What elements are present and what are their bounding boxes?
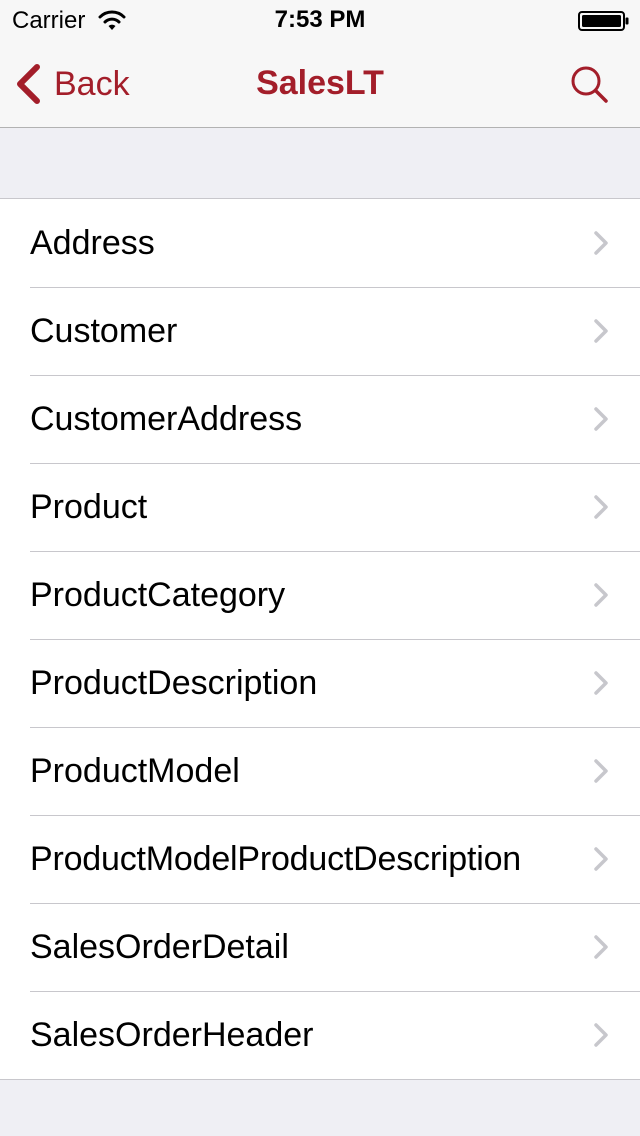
table-row[interactable]: SalesOrderDetail xyxy=(0,903,640,991)
table-name: Address xyxy=(30,224,155,262)
table-name: CustomerAddress xyxy=(30,400,303,438)
status-bar: Carrier 7:53 PM xyxy=(0,0,640,40)
table-name: ProductModel xyxy=(30,752,240,790)
table-row[interactable]: Customer xyxy=(0,287,640,375)
table-row[interactable]: ProductModel xyxy=(0,727,640,815)
table-row[interactable]: ProductCategory xyxy=(0,551,640,639)
table-name: SalesOrderHeader xyxy=(30,1016,314,1054)
chevron-right-icon xyxy=(594,583,608,607)
chevron-right-icon xyxy=(594,231,608,255)
table-row[interactable]: SalesOrderHeader xyxy=(0,991,640,1079)
search-icon xyxy=(571,66,608,103)
chevron-right-icon xyxy=(594,935,608,959)
table-name: ProductModelProductDescription xyxy=(30,840,522,878)
table-row[interactable]: Product xyxy=(0,463,640,551)
table-row[interactable]: ProductModelProductDescription xyxy=(0,815,640,903)
chevron-right-icon xyxy=(594,495,608,519)
page-title: SalesLT xyxy=(256,64,384,102)
chevron-right-icon xyxy=(594,319,608,343)
chevron-right-icon xyxy=(594,1023,608,1047)
nav-bar: Back SalesLT xyxy=(0,40,640,128)
top-bar: Carrier 7:53 PM Back SalesLT xyxy=(0,0,640,128)
table-name: ProductCategory xyxy=(30,576,286,614)
chevron-right-icon xyxy=(594,759,608,783)
table-row[interactable]: CustomerAddress xyxy=(0,375,640,463)
chevron-right-icon xyxy=(594,847,608,871)
table-name: SalesOrderDetail xyxy=(30,928,289,966)
table-name: Product xyxy=(30,488,148,526)
search-button[interactable] xyxy=(568,64,612,108)
table-name: Customer xyxy=(30,312,178,350)
battery-icon xyxy=(578,11,629,31)
chevron-right-icon xyxy=(594,671,608,695)
clock: 7:53 PM xyxy=(274,6,366,33)
table-row[interactable]: ProductDescription xyxy=(0,639,640,727)
chevron-right-icon xyxy=(594,407,608,431)
table-list: Address Customer CustomerAddress Product… xyxy=(0,198,640,1080)
table-row[interactable]: Address xyxy=(0,199,640,287)
table-name: ProductDescription xyxy=(30,664,318,702)
